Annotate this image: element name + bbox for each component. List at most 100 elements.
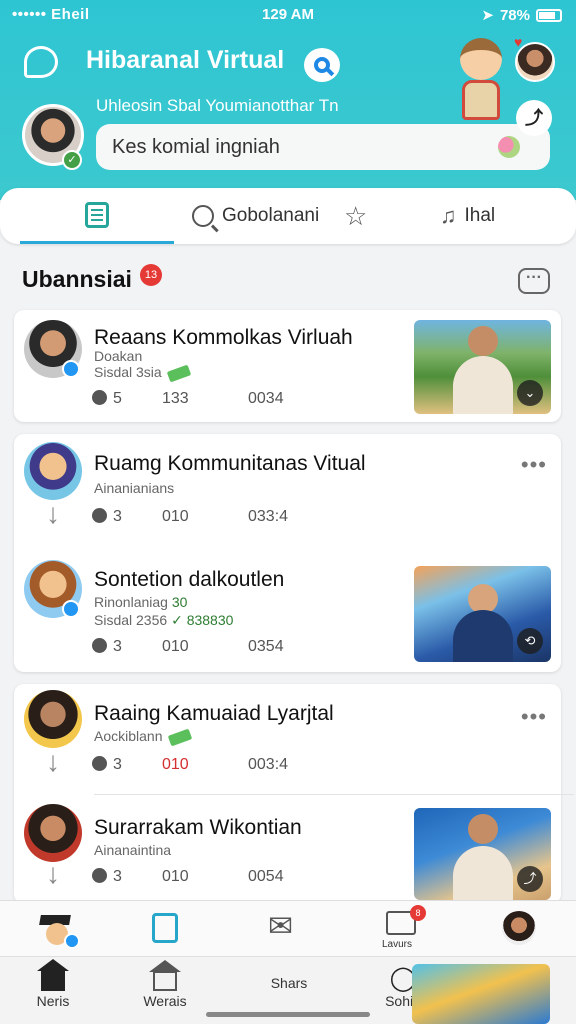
post-meta-text: Sisdal 2356 <box>94 612 168 628</box>
tab-search[interactable]: Gobolanani <box>192 188 319 244</box>
post-card-group: ↓ Ruamg Kommunitanas Vitual Ainanianians… <box>14 434 561 672</box>
post-stats: 5 133 0034 <box>92 390 284 408</box>
post-avatar[interactable] <box>24 804 82 862</box>
share-icon[interactable]: ⤴ <box>516 100 552 136</box>
comment-count[interactable]: 3 <box>92 756 162 774</box>
post-stats: 3 010 0054 <box>92 868 284 886</box>
star-icon: ☆ <box>344 200 368 231</box>
search-placeholder: Kes komial ingniah <box>112 136 280 158</box>
nav-label: Shars <box>270 975 308 991</box>
share-icon[interactable]: ⤴ <box>517 866 543 892</box>
mascot-illustration <box>452 34 508 124</box>
comment-count[interactable]: 3 <box>92 508 162 526</box>
account-avatar[interactable] <box>502 911 536 945</box>
tab-label: Ihal <box>464 205 496 226</box>
chat-bubble-icon[interactable] <box>24 46 58 78</box>
arrow-down-icon: ↓ <box>46 746 60 777</box>
search-input[interactable]: Kes komial ingniah <box>96 124 550 170</box>
notification-badge: 13 <box>140 264 162 286</box>
post-card-group: ↓ Raaing Kamuaiad Lyarjtal Aockiblann 3 … <box>14 684 574 904</box>
post-title[interactable]: Reaans Kommolkas Virluah <box>94 326 353 350</box>
app-title: Hibaranal Virtual <box>86 46 285 74</box>
comment-count[interactable]: 3 <box>92 868 162 886</box>
camera-icon[interactable]: ⟲ <box>517 628 543 654</box>
graduation-cap-icon[interactable] <box>38 911 80 949</box>
status-right: ➤ 78% <box>481 6 562 24</box>
post-time: 0354 <box>248 638 284 655</box>
post-row[interactable]: ↓ Ruamg Kommunitanas Vitual Ainanianians… <box>14 434 561 554</box>
post-thumbnail[interactable]: ⟲ <box>414 566 551 662</box>
post-time: 0054 <box>248 868 284 885</box>
post-avatar[interactable] <box>24 690 82 748</box>
post-time: 0034 <box>248 390 284 407</box>
post-meta-text: Sisdal 3sia <box>94 364 162 380</box>
bell-icon: ♫ <box>440 203 457 228</box>
comment-icon <box>92 390 107 405</box>
presenter-badge: 8 <box>410 905 426 921</box>
post-thumbnail[interactable]: ⌄ <box>414 320 551 414</box>
message-icon[interactable]: ··· <box>518 268 550 294</box>
tab-notifications[interactable]: ♫ Ihal <box>440 188 495 244</box>
post-row[interactable]: ↓ Surarrakam Wikontian Ainanaintina 3 01… <box>14 796 561 904</box>
header: •••••• Eheil 129 AM ➤ 78% Hibaranal Virt… <box>0 0 576 200</box>
presenter-label: Lavurs <box>382 939 413 950</box>
post-card[interactable]: Reaans Kommolkas Virluah Doakan Sisdal 3… <box>14 310 561 422</box>
post-title[interactable]: Raaing Kamuaiad Lyarjtal <box>94 702 334 726</box>
post-subtitle: Aockiblann <box>94 728 192 747</box>
post-time: 003:4 <box>248 756 289 773</box>
nav-share[interactable]: Shars <box>244 975 334 991</box>
post-subtitle: Rinonlaniag 30 <box>94 594 187 610</box>
like-count[interactable]: 133 <box>162 390 248 408</box>
post-thumbnail[interactable]: ⤴ <box>414 808 551 900</box>
envelope-icon[interactable]: ✉ <box>268 909 293 944</box>
tab-feed[interactable] <box>20 188 174 244</box>
verified-badge-icon <box>62 600 80 618</box>
verified-badge-icon <box>62 360 80 378</box>
more-options-icon[interactable]: ••• <box>521 704 547 730</box>
post-subtitle-text: Aockiblann <box>94 728 163 744</box>
emoji-icon[interactable] <box>498 136 520 158</box>
tab-favorites[interactable]: ☆ <box>344 188 367 244</box>
post-meta: Sisdal 2356 ✓ 838830 <box>94 612 233 629</box>
status-bar: •••••• Eheil 129 AM ➤ 78% <box>0 4 576 26</box>
search-icon[interactable] <box>304 48 340 82</box>
post-title[interactable]: Sontetion dalkoutlen <box>94 568 284 592</box>
comment-icon <box>92 508 107 523</box>
tab-bar: Gobolanani ☆ ♫ Ihal <box>0 188 576 244</box>
post-title[interactable]: Surarrakam Wikontian <box>94 816 302 840</box>
section-title: Ubannsiai <box>22 266 132 292</box>
like-count[interactable]: 010 <box>162 756 248 774</box>
home-icon <box>37 959 69 991</box>
presenter-icon[interactable]: 8 Lavurs <box>382 905 426 950</box>
house-outline-icon <box>149 960 181 991</box>
home-indicator[interactable] <box>206 1012 370 1017</box>
like-count[interactable]: 010 <box>162 508 248 526</box>
header-subtitle: Uhleosin Sbal Youmianotthar Tn <box>96 96 339 115</box>
comment-count-value: 3 <box>113 638 122 655</box>
post-stats: 3 010 033:4 <box>92 508 288 526</box>
post-subtitle: Ainanaintina <box>94 842 172 858</box>
more-options-icon[interactable]: ••• <box>521 452 547 478</box>
comment-count[interactable]: 3 <box>92 638 162 656</box>
nav-home[interactable]: Neris <box>8 959 98 1009</box>
clipboard-icon[interactable] <box>152 913 178 943</box>
comment-count[interactable]: 5 <box>92 390 162 408</box>
nav-preview-thumbnail[interactable] <box>412 964 550 1024</box>
comment-icon <box>92 638 107 653</box>
comment-count-value: 3 <box>113 756 122 773</box>
post-avatar[interactable] <box>24 442 82 500</box>
nav-label: Neris <box>36 993 70 1009</box>
nav-explore[interactable]: Werais <box>120 960 210 1009</box>
location-icon: ➤ <box>481 7 494 24</box>
post-title[interactable]: Ruamg Kommunitanas Vitual <box>94 452 366 476</box>
search-icon <box>192 205 214 227</box>
post-row[interactable]: ↓ Raaing Kamuaiad Lyarjtal Aockiblann 3 … <box>14 684 561 794</box>
like-count[interactable]: 010 <box>162 638 248 656</box>
post-stats: 3 010 0354 <box>92 638 284 656</box>
like-count[interactable]: 010 <box>162 868 248 886</box>
post-row[interactable]: Sontetion dalkoutlen Rinonlaniag 30 Sisd… <box>14 554 561 672</box>
battery-icon <box>536 8 562 22</box>
comment-icon <box>92 756 107 771</box>
profile-avatar[interactable] <box>515 42 555 82</box>
expand-icon[interactable]: ⌄ <box>517 380 543 406</box>
